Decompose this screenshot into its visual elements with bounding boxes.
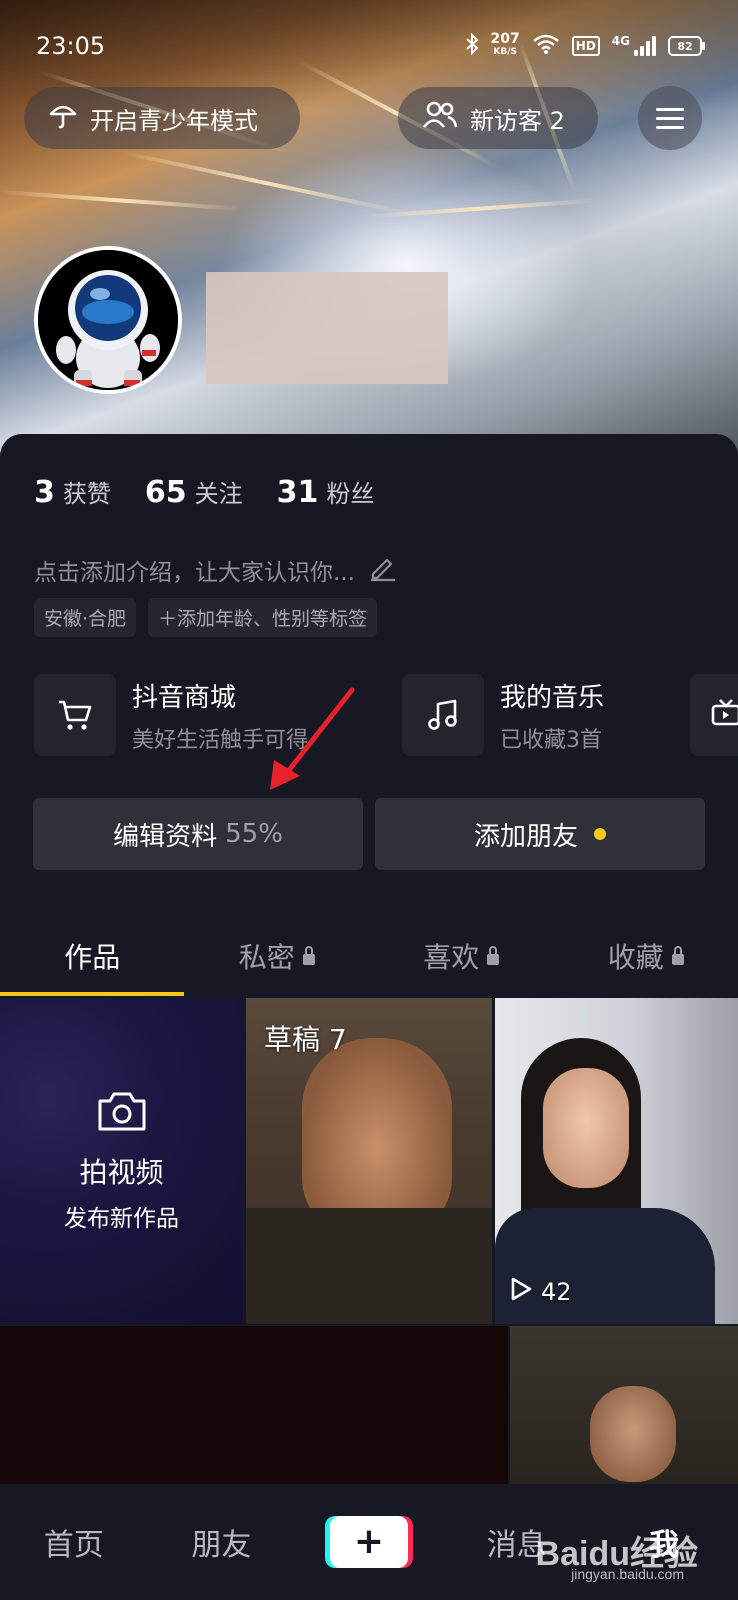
shortcut-my-music[interactable]: 我的音乐 已收藏3首: [402, 674, 738, 756]
avatar[interactable]: [34, 246, 182, 394]
tab-private[interactable]: 私密: [185, 916, 370, 996]
new-visitors-button[interactable]: 新访客 2: [398, 87, 598, 149]
shoot-video-title: 拍视频: [79, 1156, 164, 1189]
tab-favorites[interactable]: 收藏: [554, 916, 738, 996]
bio-placeholder: 点击添加介绍，让大家认识你...: [34, 560, 355, 586]
visitors-icon: [422, 100, 458, 136]
profile-card: 3 获赞 65 关注 31 粉丝 点击添加介绍，让大家认识你... 安徽·合肥 …: [0, 434, 738, 994]
network-type: 4G: [611, 34, 630, 48]
tv-icon: [710, 698, 738, 732]
followers-label: 粉丝: [326, 480, 375, 508]
likes-label: 获赞: [62, 480, 111, 508]
baidu-watermark-url: jingyan.baidu.com: [571, 1566, 684, 1582]
astronaut-avatar-image: [38, 250, 178, 390]
edit-profile-label: 编辑资料: [113, 821, 218, 852]
username-redacted: [206, 272, 448, 384]
likes-count: 3: [34, 475, 55, 510]
profile-stats: 3 获赞 65 关注 31 粉丝: [34, 474, 374, 510]
notification-dot: [594, 828, 606, 840]
tab-label: 收藏: [607, 941, 664, 974]
shortcut-title: 我的音乐: [500, 682, 605, 713]
status-bar: 23:05 207 KB/S HD 4G 82: [36, 28, 705, 64]
followers-stat[interactable]: 31 粉丝: [277, 474, 375, 510]
shortcuts-row: 抖音商城 美好生活触手可得 我的音乐 已收藏3首: [34, 674, 738, 756]
tab-likes[interactable]: 喜欢: [369, 916, 554, 996]
shortcut-subtitle: 已收藏3首: [500, 727, 602, 753]
edit-profile-button[interactable]: 编辑资料 55%: [33, 798, 363, 870]
tab-label: 作品: [64, 941, 121, 974]
tab-label: 私密: [238, 941, 295, 974]
shoot-video-subtitle: 发布新作品: [64, 1206, 179, 1232]
drafts-tile[interactable]: 草稿 7: [246, 998, 492, 1324]
drafts-count-label: 草稿 7: [264, 1023, 347, 1056]
profile-completion: 55%: [225, 819, 283, 849]
shortcut-text: 我的音乐 已收藏3首: [500, 677, 604, 754]
menu-button[interactable]: [638, 86, 702, 150]
network-speed: 207 KB/S: [490, 31, 520, 59]
umbrella-icon: [48, 100, 78, 136]
video-views: 42: [509, 1276, 572, 1308]
video-tile[interactable]: [510, 1326, 738, 1484]
video-thumbnail-face: [590, 1386, 676, 1482]
status-icons: 207 KB/S HD 4G 82: [465, 31, 705, 60]
video-tile[interactable]: 42: [495, 998, 738, 1324]
shortcut-tv-partial[interactable]: [690, 674, 738, 756]
lock-icon: [487, 945, 500, 965]
video-tile[interactable]: [0, 1326, 508, 1484]
youth-mode-label: 开启青少年模式: [90, 106, 258, 135]
hamburger-icon-line: [656, 116, 684, 120]
plus-icon: +: [353, 1521, 385, 1562]
add-tags-button[interactable]: ＋添加年龄、性别等标签: [148, 598, 378, 637]
location-tag[interactable]: 安徽·合肥: [34, 598, 137, 637]
hamburger-icon-line: [656, 125, 684, 129]
hd-badge: HD: [571, 36, 600, 56]
status-time: 23:05: [36, 32, 106, 60]
add-friend-label: 添加朋友: [473, 821, 578, 852]
profile-page: 23:05 207 KB/S HD 4G 82 开启青少年模式 新访客 2 3 …: [0, 0, 738, 1600]
content-tabs: 作品 私密 喜欢 收藏: [0, 916, 738, 996]
new-visitors-label: 新访客 2: [470, 106, 565, 135]
likes-stat[interactable]: 3 获赞: [34, 474, 111, 510]
network-speed-value: 207: [490, 31, 520, 47]
pencil-icon: [367, 552, 397, 588]
add-friend-button[interactable]: 添加朋友: [375, 798, 705, 870]
draft-thumbnail-body: [246, 1208, 492, 1324]
youth-mode-button[interactable]: 开启青少年模式: [24, 87, 300, 149]
light-streak: [119, 150, 414, 217]
tab-works[interactable]: 作品: [0, 916, 185, 996]
following-count: 65: [144, 475, 187, 510]
video-views-count: 42: [541, 1278, 572, 1306]
network-speed-unit: KB/S: [493, 47, 517, 57]
nav-home[interactable]: 首页: [0, 1520, 148, 1564]
following-stat[interactable]: 65 关注: [145, 474, 243, 510]
light-streak: [0, 190, 240, 211]
tab-label: 喜欢: [423, 941, 480, 974]
profile-tags: 安徽·合肥 ＋添加年龄、性别等标签: [34, 598, 378, 637]
red-arrow-annotation: [270, 687, 355, 790]
lock-icon: [671, 945, 684, 965]
video-thumbnail-face: [543, 1068, 629, 1188]
signal-icon: [634, 36, 656, 56]
battery-icon: 82: [668, 36, 705, 56]
nav-friends[interactable]: 朋友: [148, 1520, 296, 1564]
nav-create-wrap: +: [295, 1516, 443, 1568]
followers-count: 31: [276, 475, 319, 510]
camera-icon: [96, 1089, 148, 1137]
lock-icon: [302, 945, 315, 965]
following-label: 关注: [194, 480, 243, 508]
bluetooth-icon: [465, 32, 479, 60]
wifi-icon: [532, 33, 560, 60]
cart-icon: [34, 674, 116, 756]
shoot-video-tile[interactable]: 拍视频 发布新作品: [0, 998, 243, 1324]
hamburger-icon-line: [656, 107, 684, 111]
music-note-icon: [402, 674, 484, 756]
bio-field[interactable]: 点击添加介绍，让大家认识你...: [34, 552, 397, 588]
create-button[interactable]: +: [329, 1516, 408, 1568]
play-icon: [509, 1276, 533, 1308]
